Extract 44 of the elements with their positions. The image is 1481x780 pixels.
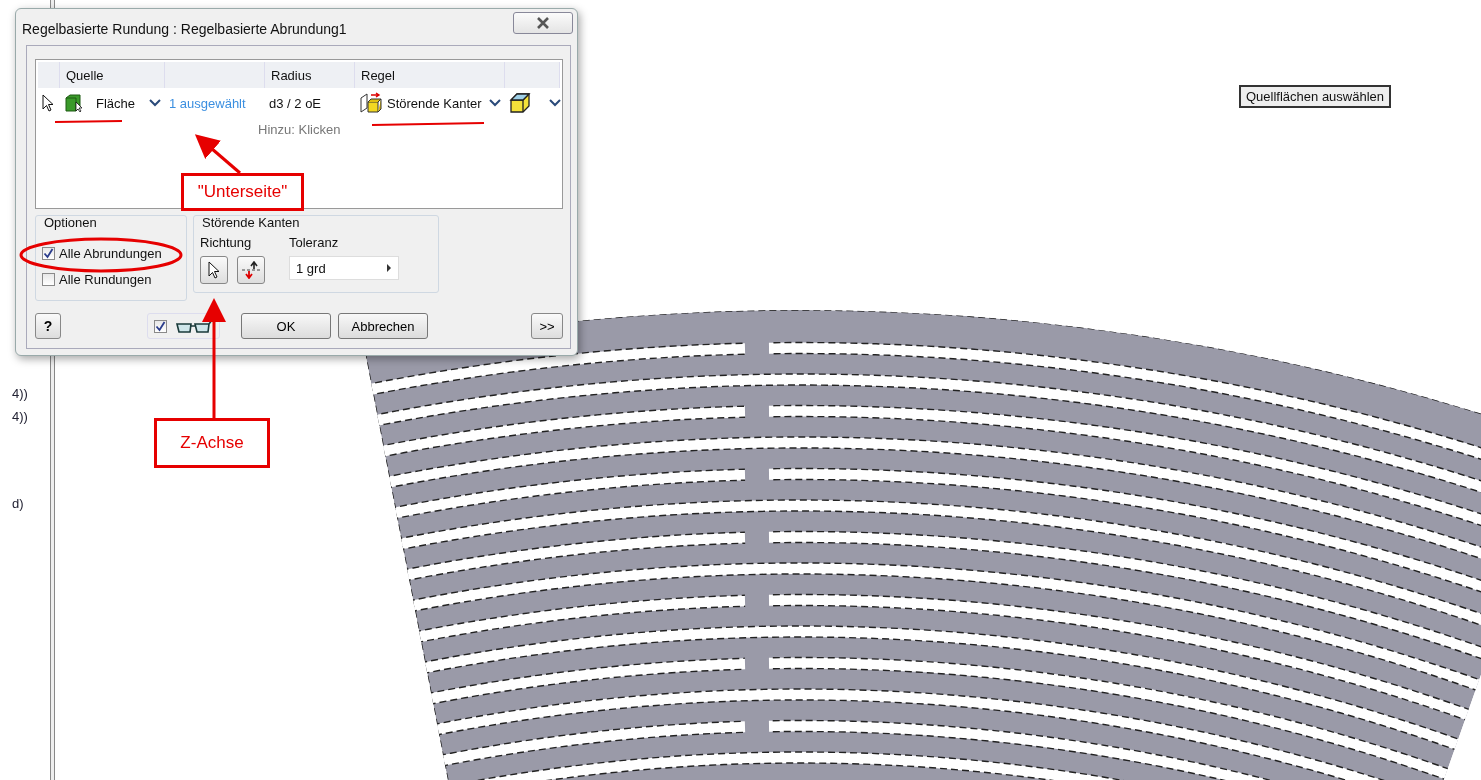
group-title: Optionen — [44, 215, 98, 230]
tooltip: Quellflächen auswählen — [1239, 85, 1392, 108]
flip-arrows-icon — [241, 261, 261, 279]
underline — [54, 120, 123, 123]
dialog-button[interactable]: OK — [241, 313, 331, 339]
cursor-icon — [42, 94, 54, 112]
code-text: 4)) — [12, 409, 28, 424]
chevron-down-icon[interactable] — [549, 99, 561, 107]
annotation-label: Z-Achse — [154, 418, 270, 468]
column-header: Radius — [265, 62, 355, 88]
face-icon — [64, 93, 84, 113]
annotation-arrow — [194, 134, 241, 175]
code-text: d) — [12, 496, 24, 511]
chevron-down-icon[interactable] — [149, 99, 161, 107]
checkbox[interactable] — [154, 319, 167, 333]
flip-direction-button[interactable] — [237, 256, 265, 284]
add-hint: Hinzu: Klicken — [258, 122, 341, 137]
window-title: Regelbasierte Rundung : Regelbasierte Abrundung1 — [22, 21, 347, 37]
select-direction-button[interactable] — [200, 256, 228, 284]
close-button[interactable] — [513, 12, 573, 34]
expand-button[interactable]: >> — [531, 313, 563, 339]
code-text: 4)) — [12, 386, 28, 401]
arrow-right-icon[interactable] — [386, 263, 392, 273]
field-label: Richtung — [200, 235, 253, 250]
checkbox[interactable] — [42, 246, 55, 260]
column-header: Regel — [355, 62, 505, 88]
field-label: Toleranz — [289, 235, 340, 250]
dialog-button[interactable]: Abbrechen — [338, 313, 428, 339]
tolerance-field[interactable]: 1 grd — [289, 256, 399, 280]
source-dropdown[interactable]: Fläche — [96, 95, 136, 111]
edge-rule-icon — [359, 92, 383, 114]
close-icon — [536, 17, 550, 29]
rule-dropdown[interactable]: Störende Kanter — [387, 95, 482, 111]
checkbox-label: Alle Rundungen — [59, 271, 152, 287]
column-header: Quelle — [60, 62, 165, 88]
chevron-down-icon[interactable] — [489, 99, 501, 107]
annotation-label: "Unterseite" — [181, 173, 304, 211]
help-button[interactable]: ? — [35, 313, 61, 339]
cursor-icon — [208, 261, 220, 279]
cube-icon[interactable] — [509, 92, 531, 114]
group-title: Störende Kanten — [202, 215, 301, 230]
checkbox[interactable] — [42, 272, 55, 286]
radius-value: d3 / 2 oE — [269, 95, 322, 111]
checkbox-label: Alle Abrundungen — [59, 245, 162, 261]
